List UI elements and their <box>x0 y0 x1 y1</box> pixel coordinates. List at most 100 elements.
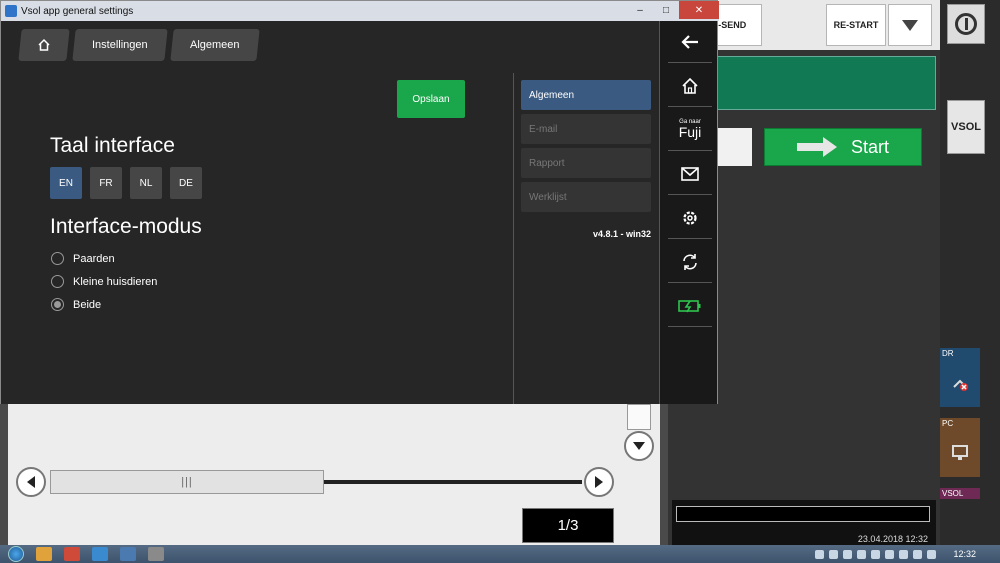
previous-button[interactable] <box>16 467 46 497</box>
restart-button[interactable]: RE-START <box>826 4 886 46</box>
back-button[interactable] <box>668 21 712 63</box>
device-vsol[interactable]: VSOL <box>940 488 980 499</box>
breadcrumb-home[interactable] <box>18 29 70 61</box>
flag-icon[interactable] <box>927 549 937 559</box>
home-icon <box>682 77 698 94</box>
maximize-button[interactable]: □ <box>653 1 679 19</box>
network-icon[interactable] <box>899 549 909 559</box>
dropdown-button[interactable] <box>888 4 932 46</box>
breadcrumb-label: Instellingen <box>92 39 148 51</box>
scroll-down-button[interactable] <box>624 431 654 461</box>
mode-heading: Interface-modus <box>50 215 202 238</box>
restart-label: RE-START <box>833 20 879 30</box>
breadcrumb-label: Algemeen <box>189 39 240 51</box>
vsol-label: VSOL <box>951 121 981 133</box>
tray-icon[interactable] <box>871 549 881 559</box>
settings-tabs: Algemeen E-mail Rapport Werklijst <box>521 80 651 216</box>
home-button[interactable] <box>668 65 712 107</box>
breadcrumb: Instellingen Algemeen <box>18 29 259 61</box>
volume-icon[interactable] <box>913 549 923 559</box>
mode-option-label: Paarden <box>73 252 115 265</box>
mail-button[interactable] <box>668 153 712 195</box>
desktop: RE-SEND RE-START Start ||| 1/3 23.04.201… <box>0 0 1000 563</box>
device-vsol-label: VSOL <box>942 489 964 498</box>
monitor-icon <box>940 429 980 477</box>
device-dr-label: DR <box>942 349 954 358</box>
chevron-down-icon <box>902 19 918 31</box>
close-button[interactable]: ✕ <box>679 1 719 19</box>
remote-icon[interactable] <box>92 547 108 561</box>
breadcrumb-algemeen[interactable]: Algemeen <box>169 29 259 61</box>
power-button[interactable] <box>947 4 985 44</box>
radio-button[interactable] <box>51 252 64 265</box>
save-button[interactable]: Opslaan <box>397 80 465 118</box>
language-nl-button[interactable]: NL <box>130 167 162 199</box>
version-label: v4.8.1 - win32 <box>593 229 652 239</box>
goto-fuji-button[interactable]: Ga naar Fuji <box>668 109 712 151</box>
date-time: 23.04.2018 12:32 <box>857 534 928 544</box>
tab-rapport[interactable]: Rapport <box>521 148 651 178</box>
breadcrumb-instellingen[interactable]: Instellingen <box>72 29 168 61</box>
side-nav: Ga naar Fuji <box>659 21 717 404</box>
chevron-down-icon <box>633 442 645 450</box>
mode-option-label: Kleine huisdieren <box>73 275 158 288</box>
mail-icon <box>681 166 699 181</box>
language-options: EN FR NL DE <box>50 167 202 199</box>
power-icon <box>955 13 977 35</box>
slider-thumb[interactable]: ||| <box>50 470 324 494</box>
refresh-button[interactable] <box>668 241 712 283</box>
settings-window: Vsol app general settings – □ ✕ Instelli… <box>0 0 719 404</box>
mode-option-paarden[interactable]: Paarden <box>51 247 157 270</box>
arrow-left-icon <box>681 34 698 49</box>
battery-status <box>668 285 712 327</box>
minimize-button[interactable]: – <box>627 1 653 19</box>
tray-icon[interactable] <box>829 549 839 559</box>
language-en-button[interactable]: EN <box>50 167 82 199</box>
explorer-icon[interactable] <box>36 547 52 561</box>
start-button[interactable]: Start <box>764 128 922 166</box>
vsol-button[interactable]: VSOL <box>947 100 985 154</box>
tray-icon[interactable] <box>843 549 853 559</box>
radio-button-checked[interactable] <box>51 298 64 311</box>
app-icon <box>5 5 17 17</box>
vertical-scrollbar[interactable] <box>627 404 651 430</box>
mode-option-label: Beide <box>73 298 102 311</box>
background-input[interactable] <box>712 128 752 166</box>
mode-option-kleine-huisdieren[interactable]: Kleine huisdieren <box>51 270 157 293</box>
disconnected-icon <box>940 359 980 407</box>
next-button[interactable] <box>584 467 614 497</box>
tab-werklijst[interactable]: Werklijst <box>521 182 651 212</box>
window-titlebar[interactable]: Vsol app general settings – □ ✕ <box>1 1 719 21</box>
language-de-button[interactable]: DE <box>170 167 202 199</box>
refresh-icon <box>683 253 697 270</box>
radio-button[interactable] <box>51 275 64 288</box>
clock[interactable]: 12:32 <box>953 549 976 559</box>
tab-algemeen[interactable]: Algemeen <box>521 80 651 110</box>
page-counter: 1/3 <box>522 508 614 543</box>
tray-icon[interactable] <box>885 549 895 559</box>
language-fr-button[interactable]: FR <box>90 167 122 199</box>
tray-icon[interactable] <box>815 549 825 559</box>
fuji-label: Fuji <box>678 124 702 140</box>
device-dr[interactable]: DR <box>940 348 980 407</box>
start-menu-icon[interactable] <box>8 546 24 562</box>
settings-content: Instellingen Algemeen Opslaan Taal inter… <box>1 21 717 404</box>
slider-track[interactable] <box>324 480 582 484</box>
capture-icon[interactable] <box>148 547 164 561</box>
settings-button[interactable] <box>668 197 712 239</box>
system-tray: 12:32 <box>815 545 1000 563</box>
mode-option-beide[interactable]: Beide <box>51 293 157 316</box>
tray-icon[interactable] <box>857 549 867 559</box>
start-label: Start <box>850 136 889 157</box>
arrow-right-icon <box>796 137 837 157</box>
device-pc[interactable]: PC <box>940 418 980 477</box>
divider <box>513 73 514 404</box>
taskbar: 12:32 <box>0 545 1000 563</box>
app-icon[interactable] <box>120 547 136 561</box>
status-field <box>676 506 930 522</box>
language-heading: Taal interface <box>50 134 175 157</box>
browser-icon[interactable] <box>64 547 80 561</box>
chevron-right-icon <box>595 476 603 488</box>
home-icon <box>38 38 50 51</box>
tab-email[interactable]: E-mail <box>521 114 651 144</box>
